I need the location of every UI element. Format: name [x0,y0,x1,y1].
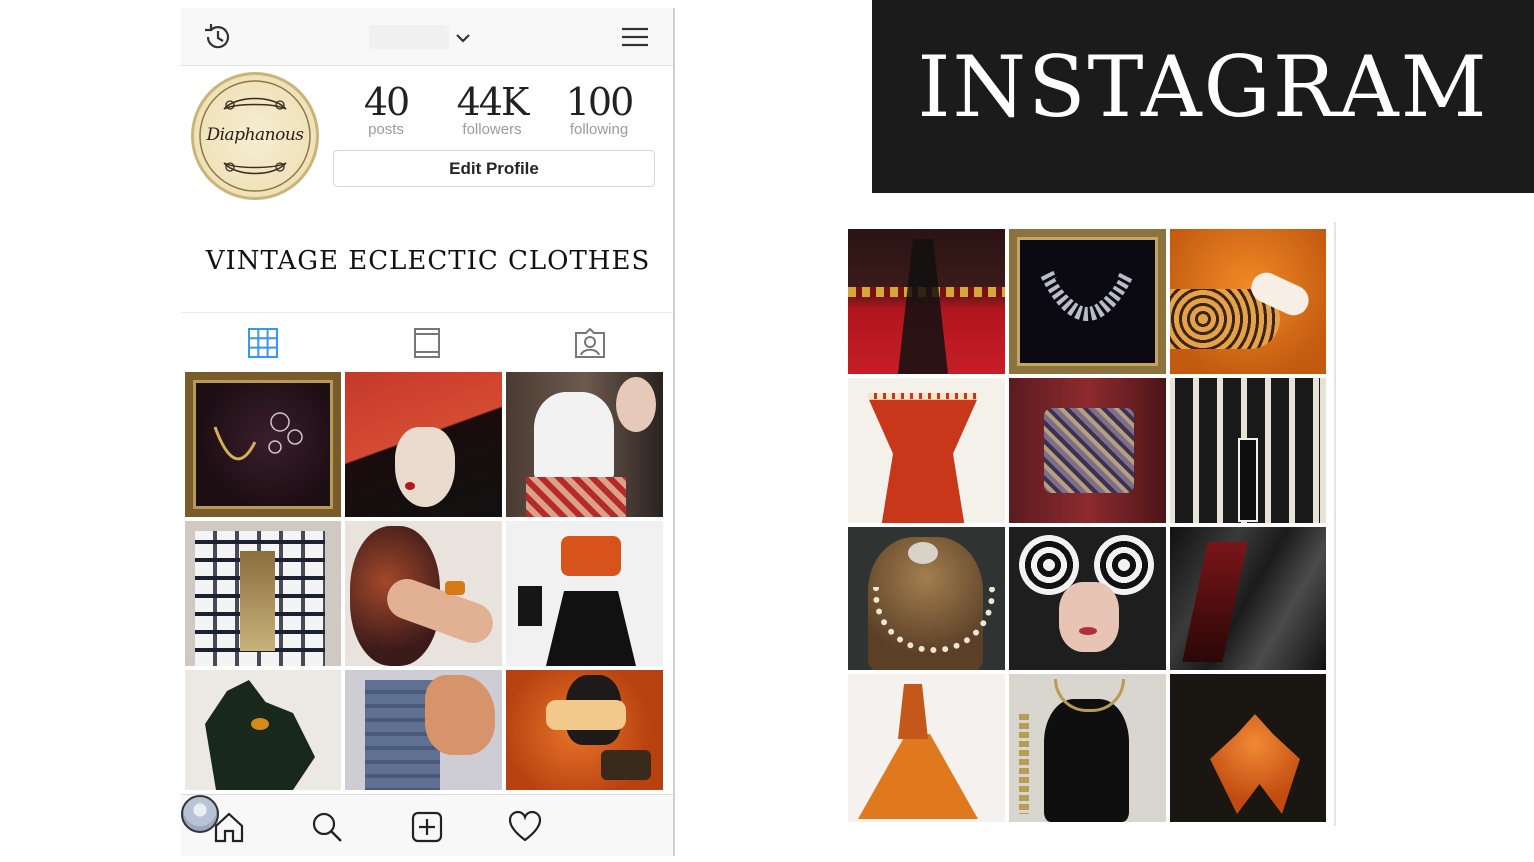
followers-stat[interactable]: 44K followers [447,82,537,138]
posts-count: 40 [363,80,410,124]
heart-icon[interactable] [507,809,543,845]
posts-label: posts [368,121,404,138]
feature-photo-grid [848,229,1326,822]
grid-view-icon[interactable] [245,325,281,361]
brocade-bodice-photo[interactable] [1009,378,1166,523]
brand-banner: INSTAGRAM [872,0,1534,193]
phone-profile-screen: Diaphanous 40 posts 44K followers 100 fo… [181,8,675,856]
green-gloves-photo[interactable] [185,670,341,790]
hamburger-menu-icon[interactable] [618,20,652,54]
search-icon[interactable] [309,809,345,845]
necklace-shape [213,412,303,461]
orange-feathers-photo[interactable] [1170,674,1326,822]
home-icon[interactable] [211,809,247,845]
red-corset-illustration-photo[interactable] [848,378,1005,523]
spiral-glasses-photo[interactable] [1009,527,1166,670]
leather-drape-photo[interactable] [1170,527,1326,670]
orange-top-outfit-photo[interactable] [506,521,663,666]
ruffled-blue-dress-photo[interactable] [345,670,502,790]
posts-stat[interactable]: 40 posts [341,82,431,138]
geometric-jacket-photo[interactable] [185,521,341,666]
black-bustier-photo[interactable] [1009,674,1166,822]
following-label: following [569,121,629,138]
vase-and-hand-photo[interactable] [345,521,502,666]
following-stat[interactable]: 100 following [554,82,644,138]
followers-count: 44K [456,80,530,124]
avatar-logo-text: Diaphanous [206,125,304,145]
tagged-photos-icon[interactable] [572,325,608,361]
profile-avatar[interactable]: Diaphanous [191,72,319,200]
following-count: 100 [565,80,635,124]
framed-necklace-photo[interactable] [185,372,341,517]
orange-cat-painting-photo[interactable] [506,670,663,790]
edit-profile-button[interactable]: Edit Profile [333,150,655,187]
orange-gown-sketch-photo[interactable] [848,674,1005,822]
red-skirt-photo[interactable] [848,229,1005,374]
followers-label: followers [462,121,522,138]
profile-view-tabs [181,312,673,368]
chevron-down-icon [456,34,470,43]
list-view-icon[interactable] [409,325,445,361]
framed-collar-photo[interactable] [1009,229,1166,374]
collar-shape [1040,270,1134,321]
account-switcher-dropdown[interactable] [351,22,491,52]
jeweled-mannequin-photo[interactable] [848,527,1005,670]
top-bar [181,8,673,66]
history-icon[interactable] [201,20,235,54]
bottom-navigation-bar [181,794,673,856]
leopard-glove-illustration-photo[interactable] [1170,229,1326,374]
profile-photo-grid [185,372,663,790]
username-placeholder [369,25,449,49]
brand-title: INSTAGRAM [917,38,1489,136]
profile-bio: VINTAGE ECLECTIC CLOTHES [205,246,651,276]
white-corset-photo[interactable] [506,372,663,517]
grid-divider [1334,222,1336,826]
art-deco-illustration-photo[interactable] [1170,378,1326,523]
red-hat-illustration-photo[interactable] [345,372,502,517]
add-post-icon[interactable] [409,809,445,845]
